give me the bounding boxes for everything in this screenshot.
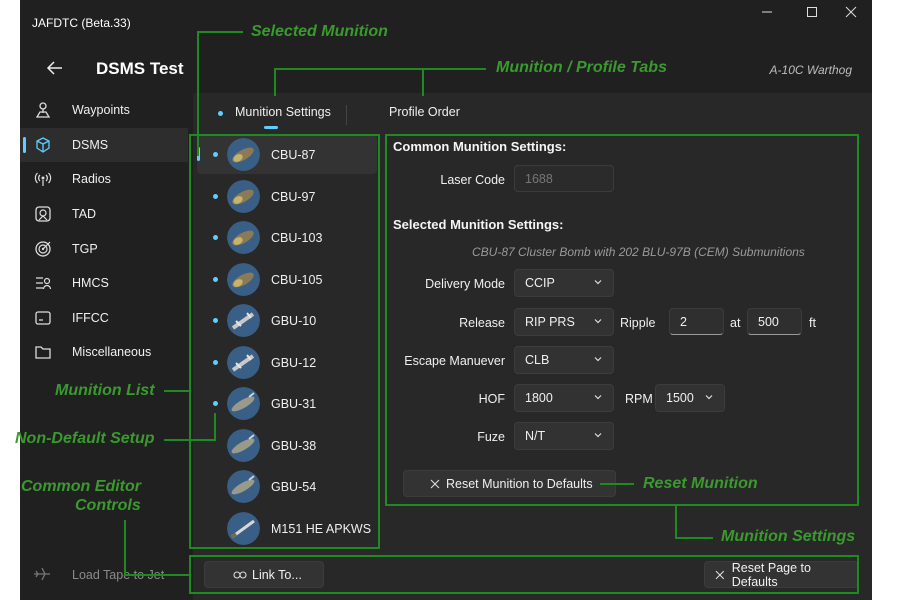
nav-item-label: Miscellaneous [72, 345, 152, 360]
minimize-icon [762, 11, 772, 13]
nav-item-label: TGP [72, 241, 98, 256]
tab-profile-order[interactable]: Profile Order [389, 105, 460, 119]
annotation-common-controls-1: Common Editor [21, 478, 141, 495]
maximize-button[interactable] [797, 6, 827, 24]
nav-item-label: DSMS [72, 137, 109, 152]
annotation-line [675, 506, 677, 538]
annotation-line [214, 413, 216, 441]
nav-item-iffcc[interactable]: IFFCC [20, 301, 188, 336]
page-title: DSMS Test [96, 59, 184, 78]
annotation-line [675, 537, 713, 539]
annotation-line [124, 520, 126, 575]
munition-list-highlight [189, 134, 380, 549]
tab-selection-indicator [264, 126, 278, 129]
minimize-button[interactable] [752, 6, 782, 24]
munition-settings-highlight [385, 134, 859, 506]
hmcs-icon [36, 277, 52, 290]
radio-icon [34, 173, 52, 187]
close-icon [845, 6, 857, 18]
tad-icon [35, 206, 51, 222]
tgp-icon [35, 241, 51, 257]
common-controls-highlight [189, 555, 859, 594]
modified-dot [218, 111, 223, 116]
jet-icon [34, 567, 50, 581]
dsms-icon [36, 137, 50, 153]
tab-separator [346, 105, 347, 125]
waypoint-icon [35, 102, 51, 118]
back-button[interactable] [45, 58, 65, 78]
annotation-tabs: Munition / Profile Tabs [496, 59, 667, 76]
annotation-line [124, 574, 190, 576]
airframe-label: A-10C Warthog [769, 63, 852, 77]
nav-item-label: Waypoints [72, 103, 130, 118]
nav-item-tad[interactable]: TAD [20, 197, 188, 232]
annotation-line [197, 31, 243, 33]
nav-item-tgp[interactable]: TGP [20, 231, 188, 266]
sidebar-nav: Waypoints DSMS Radios TAD TGP HMCS IFFCC [20, 93, 188, 370]
maximize-icon [807, 7, 817, 17]
iffcc-icon [35, 311, 51, 325]
tab-munition-settings[interactable]: Munition Settings [235, 105, 331, 119]
annotation-selected-munition: Selected Munition [251, 23, 388, 40]
nav-item-dsms[interactable]: DSMS [20, 127, 188, 163]
close-button[interactable] [836, 6, 866, 24]
nav-item-radios[interactable]: Radios [20, 162, 188, 197]
nav-item-label: HMCS [72, 276, 109, 291]
folder-icon [35, 346, 51, 360]
annotation-reset-munition: Reset Munition [643, 475, 758, 492]
annotation-non-default: Non-Default Setup [15, 430, 155, 447]
annotation-line [274, 68, 276, 96]
annotation-munition-list: Munition List [55, 382, 155, 399]
annotation-munition-settings: Munition Settings [721, 528, 856, 545]
window-title: JAFDTC (Beta.33) [32, 16, 131, 30]
annotation-line [274, 68, 486, 70]
annotation-line [422, 68, 424, 96]
annotation-line [600, 483, 634, 485]
nav-item-waypoints[interactable]: Waypoints [20, 93, 188, 128]
annotation-line [164, 439, 216, 441]
nav-item-label: Radios [72, 172, 111, 187]
arrow-left-icon [46, 61, 62, 75]
nav-item-hmcs[interactable]: HMCS [20, 266, 188, 301]
selection-indicator [23, 136, 26, 153]
nav-item-label: TAD [72, 207, 97, 222]
nav-item-miscellaneous[interactable]: Miscellaneous [20, 335, 188, 370]
nav-item-label: IFFCC [72, 310, 109, 325]
annotation-common-controls-2: Controls [75, 497, 141, 514]
annotation-line [164, 390, 189, 392]
annotation-line [197, 31, 199, 156]
